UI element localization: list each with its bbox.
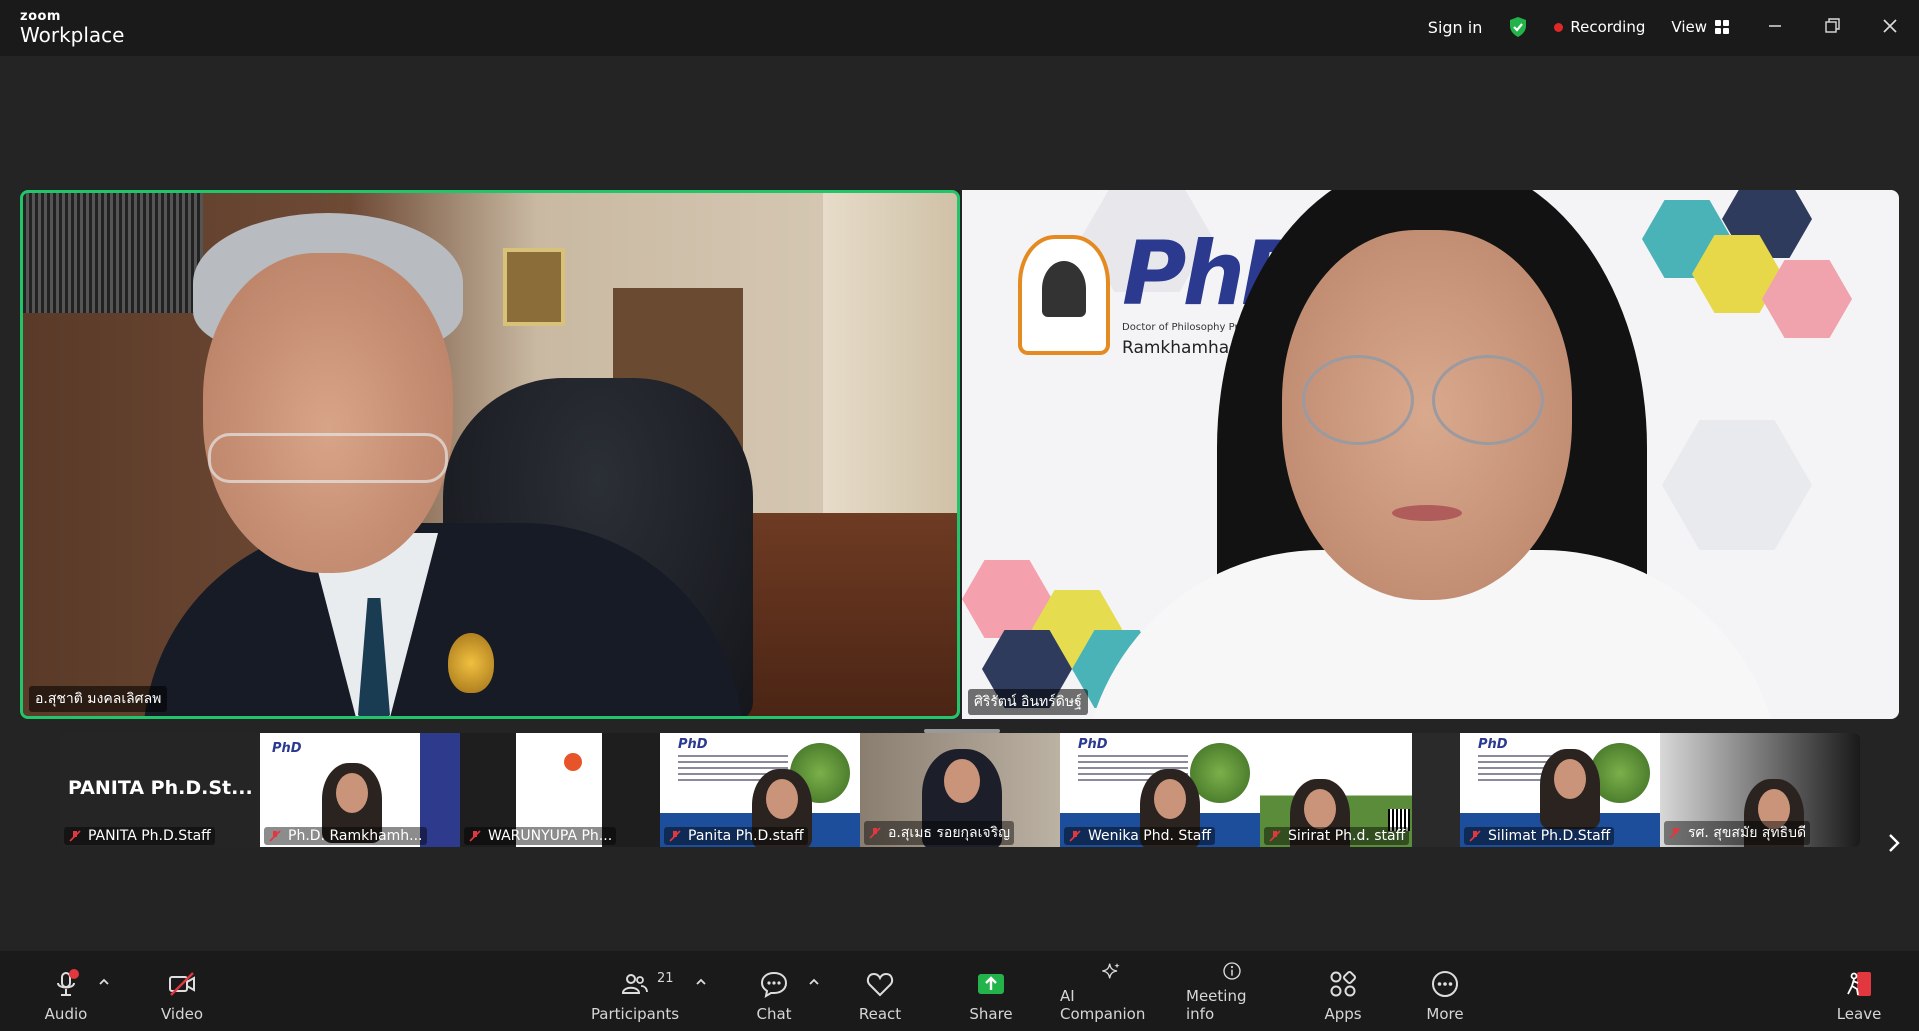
university-seal-logo [1018, 235, 1110, 355]
chat-button[interactable]: Chat [752, 961, 796, 1023]
recording-dot-icon [1554, 22, 1564, 32]
grid-view-icon [1715, 20, 1729, 34]
more-button[interactable]: More [1422, 961, 1468, 1023]
leave-button[interactable]: Leave [1836, 961, 1882, 1023]
gallery-tile[interactable]: Sirirat Ph.d. staff [1260, 733, 1460, 847]
brand-small: zoom [20, 9, 61, 24]
participant-video-tile[interactable]: PhD Doctor of Philosophy Program in Soc … [962, 190, 1899, 719]
muted-mic-icon [469, 830, 481, 842]
apps-button[interactable]: Apps [1320, 961, 1366, 1023]
gallery-tile[interactable]: อ.สุเมธ รอยกุลเจริญ [860, 733, 1060, 847]
gallery-tile[interactable]: PhD Ph.D. Ramkhamh... [260, 733, 460, 847]
apps-label: Apps [1324, 1005, 1362, 1023]
gallery-tile[interactable]: รศ. สุขสมัย สุทธิบดี [1660, 733, 1860, 847]
gallery-tile[interactable]: PhD Panita Ph.D.staff [660, 733, 860, 847]
gallery-tile[interactable]: PhD Wenika Phd. Staff [1060, 733, 1260, 847]
microphone-icon [57, 969, 79, 996]
chat-options-chevron-up-icon[interactable] [807, 975, 821, 989]
ai-sparkle-icon [1102, 963, 1120, 979]
more-label: More [1426, 1005, 1464, 1023]
zoom-workplace-logo: zoom Workplace [20, 10, 124, 45]
sign-in-link[interactable]: Sign in [1428, 18, 1483, 37]
info-icon [1223, 962, 1241, 980]
participants-icon [621, 974, 648, 994]
gallery-tile[interactable]: PANITA Ph.D.St... PANITA Ph.D.Staff [60, 733, 260, 847]
gallery-tile[interactable]: PhD Silimat Ph.D.Staff [1460, 733, 1660, 847]
restore-icon[interactable] [1820, 14, 1844, 38]
muted-mic-icon [869, 827, 881, 839]
more-dots-icon [1432, 971, 1458, 997]
share-button[interactable]: Share [968, 961, 1014, 1023]
view-button[interactable]: View [1671, 18, 1729, 36]
meeting-info-button[interactable]: Meeting info [1186, 961, 1278, 1023]
muted-mic-icon [669, 830, 681, 842]
participant-name-tag: อ.สุชาติ มงคลเลิศลพ [29, 686, 168, 712]
muted-mic-icon [1469, 830, 1481, 842]
video-label: Video [160, 1005, 204, 1023]
minimize-icon[interactable] [1763, 14, 1787, 38]
speaker-video-tile[interactable]: อ.สุชาติ มงคลเลิศลพ [20, 190, 960, 719]
muted-mic-icon [1669, 827, 1681, 839]
share-label: Share [969, 1005, 1013, 1023]
title-bar: zoom Workplace Sign in Recording View [0, 0, 1919, 56]
muted-mic-icon [69, 830, 81, 842]
chat-label: Chat [756, 1005, 792, 1023]
gallery-strip: PANITA Ph.D.St... PANITA Ph.D.Staff PhD … [60, 733, 1860, 847]
apps-icon [1330, 970, 1357, 997]
recording-indicator[interactable]: Recording [1554, 18, 1645, 36]
leave-exit-icon [1847, 972, 1871, 996]
heart-icon [866, 972, 894, 997]
meeting-info-label: Meeting info [1186, 987, 1247, 1023]
recording-label: Recording [1570, 18, 1646, 36]
participant-name-tag: ศิริรัตน์ อินทร์ดิษฐ์ [968, 689, 1088, 715]
muted-mic-icon [269, 830, 281, 842]
meeting-toolbar: Audio Video Participants 21 Chat React S… [0, 951, 1919, 1031]
encryption-shield-icon[interactable] [1508, 16, 1528, 38]
leave-label: Leave [1836, 1005, 1882, 1023]
gallery-tile[interactable]: WARUNYUPA Ph... [460, 733, 660, 847]
participants-label: Participants [590, 1005, 680, 1023]
lapel-pin [448, 633, 494, 693]
participant-face [203, 253, 453, 573]
video-off-icon [169, 972, 195, 996]
chat-icon [760, 971, 788, 999]
gallery-next-chevron-icon[interactable] [1883, 832, 1905, 854]
muted-mic-icon [1269, 830, 1281, 842]
audio-label: Audio [44, 1005, 88, 1023]
wall-portrait [503, 248, 565, 326]
participants-count: 21 [657, 971, 674, 986]
audio-options-chevron-up-icon[interactable] [97, 975, 111, 989]
ai-companion-button[interactable]: AI Companion [1060, 961, 1162, 1023]
share-screen-icon [978, 974, 1004, 994]
react-label: React [858, 1005, 902, 1023]
close-icon[interactable] [1878, 14, 1902, 38]
video-button[interactable]: Video [155, 961, 209, 1023]
view-label: View [1671, 18, 1707, 36]
participants-options-chevron-up-icon[interactable] [694, 975, 708, 989]
react-button[interactable]: React [858, 961, 902, 1023]
brand-large: Workplace [20, 23, 125, 47]
ai-companion-label: AI Companion [1060, 987, 1146, 1023]
muted-mic-icon [1069, 830, 1081, 842]
audio-button[interactable]: Audio [40, 961, 92, 1023]
phd-mini-logo: PhD [272, 741, 302, 756]
participant-avatar-name: PANITA Ph.D.St... [68, 777, 253, 799]
